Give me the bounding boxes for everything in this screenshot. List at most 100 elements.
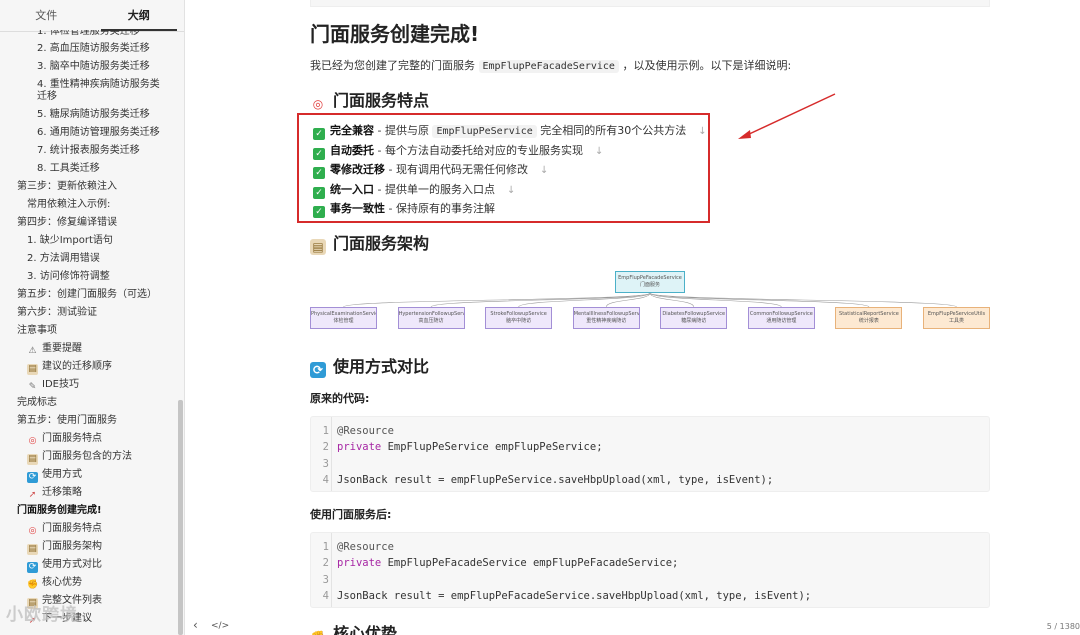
outline-item[interactable]: 第三步：更新依赖注入 xyxy=(0,178,178,196)
outline-item-label: 7. 统计报表服务类迁移 xyxy=(37,145,140,156)
line-number: 4 xyxy=(322,589,329,602)
outline-item[interactable]: 6. 通用随访管理服务类迁移 xyxy=(0,124,178,142)
outline-item[interactable]: 8. 工具类迁移 xyxy=(0,160,178,178)
markdown-editor-window: 文件 大纲 1. 体检管理服务类迁移 2. 高血压随访服务类迁移 3. 脑卒中随访服… xyxy=(0,0,1080,635)
outline-item-label: 门面服务特点 xyxy=(42,523,102,534)
feature-item: ✓ 零修改迁移 - 现有调用代码无需任何修改 ↓ xyxy=(313,161,548,179)
line-number: 4 xyxy=(322,473,329,486)
outline-item-label: 下一步建议 xyxy=(42,613,92,624)
code-text: EmpFlupPeService empFlupPeService; xyxy=(381,441,603,454)
tab-outline[interactable]: 大纲 xyxy=(93,0,185,31)
clipboard-icon: ▤ xyxy=(310,239,326,255)
outline-item[interactable]: ▤ 建议的迁移顺序 xyxy=(0,358,178,376)
tab-files[interactable]: 文件 xyxy=(0,0,93,31)
outline-item[interactable]: ✎ IDE技巧 xyxy=(0,376,178,394)
wrench-icon: ✎ xyxy=(28,382,37,392)
diagram-connector xyxy=(343,292,651,308)
outline-item[interactable]: ▤ 完整文件列表 xyxy=(0,592,178,610)
features-heading: ◎ 门面服务特点 xyxy=(310,87,429,112)
diagram-node-name: StatisticalReportService xyxy=(839,311,899,317)
outline-item-label: 第三步：更新依赖注入 xyxy=(17,181,117,192)
clipboard-icon: ▤ xyxy=(27,544,38,555)
outline-item[interactable]: 3. 访问修饰符调整 xyxy=(0,268,178,286)
diagram-node-sub: 糖尿病随访 xyxy=(681,318,707,324)
outline-item[interactable]: 门面服务创建完成! xyxy=(0,502,178,520)
outline-item[interactable]: ⟳ 使用方式 xyxy=(0,466,178,484)
outline-item[interactable]: 4. 重性精神疾病随访服务类迁移 xyxy=(0,76,178,106)
clipboard-icon: ▤ xyxy=(27,598,38,609)
outline-item[interactable]: 第五步：使用门面服务 xyxy=(0,412,178,430)
diagram-node-name: EmpFlupPeServiceUtils xyxy=(927,311,986,317)
code-line: 2 private EmpFlupPeService empFlupPeServi… xyxy=(311,439,603,455)
outline-item[interactable]: ⟳ 使用方式对比 xyxy=(0,556,178,574)
code-text: JsonBack result = empFlupPeService.saveH… xyxy=(337,473,774,486)
outline-item[interactable]: 第五步：创建门面服务（可选） xyxy=(0,286,178,304)
original-code-block[interactable]: 1 @Resource 2 private EmpFlupPeService empF… xyxy=(310,416,990,492)
code-keyword: private xyxy=(337,557,382,570)
outline-item-label: 3. 访问修饰符调整 xyxy=(27,271,110,282)
line-number: 1 xyxy=(322,541,329,553)
outline-item[interactable]: 注意事项 xyxy=(0,322,178,340)
outline-item-label: 4. 重性精神疾病随访服务类迁移 xyxy=(37,79,160,102)
outline-item[interactable]: ⚠ 重要提醒 xyxy=(0,340,178,358)
facade-code-block[interactable]: 1 @Resource 2 private EmpFlupPeFacadeServic… xyxy=(310,532,990,608)
outline-item[interactable]: 完成标志 xyxy=(0,394,178,412)
outline-item[interactable]: ◎ 门面服务特点 xyxy=(0,430,178,448)
outline-item-label: 2. 方法调用错误 xyxy=(27,253,100,264)
diagram-node-sub: 统计报表 xyxy=(858,318,879,324)
outline-item[interactable]: 2. 方法调用错误 xyxy=(0,250,178,268)
outline-item-label: 5. 糖尿病随访服务类迁移 xyxy=(37,109,150,120)
outline-item-label: 6. 通用随访管理服务类迁移 xyxy=(37,127,160,138)
code-text: @Resource xyxy=(337,425,394,437)
outline-item[interactable]: 1. 缺少Import语句 xyxy=(0,232,178,250)
outline-item[interactable]: 3. 脑卒中随访服务类迁移 xyxy=(0,58,178,76)
code-line: 4 JsonBack result = empFlupPeFacadeServic… xyxy=(311,588,811,604)
target-icon: ◎ xyxy=(28,436,37,446)
outline-item[interactable]: ▤ 门面服务架构 xyxy=(0,538,178,556)
source-mode-button[interactable]: </> xyxy=(211,621,229,631)
outline-item-label: 完成标志 xyxy=(17,397,57,408)
outline-item[interactable]: ◎ 门面服务特点 xyxy=(0,520,178,538)
checkbox-icon: ✓ xyxy=(313,167,325,179)
rocket-icon: ➚ xyxy=(28,616,37,626)
architecture-heading: ▤ 门面服务架构 xyxy=(310,230,429,255)
outline-item[interactable]: 7. 统计报表服务类迁移 xyxy=(0,142,178,160)
feature-text: - 每个方法自动委托给对应的专业服务实现 xyxy=(374,143,583,157)
outline-item-label: 重要提醒 xyxy=(42,343,82,354)
outline-item-label: 门面服务包含的方法 xyxy=(42,451,132,462)
back-button[interactable]: ‹ xyxy=(193,618,198,632)
outline-item[interactable]: 1. 体检管理服务类迁移 xyxy=(0,30,178,40)
outline-item[interactable]: 第四步：修复编译错误 xyxy=(0,214,178,232)
down-arrow-icon: ↓ xyxy=(594,145,604,157)
outline-item[interactable]: 常用依赖注入示例: xyxy=(0,196,178,214)
checkbox-icon: ✓ xyxy=(313,186,325,199)
original-code-label: 原来的代码: xyxy=(310,392,370,405)
outline-item-label: 8. 工具类迁移 xyxy=(37,163,100,174)
outline-item-label: 建议的迁移顺序 xyxy=(42,361,112,372)
code-line: 1 @Resource xyxy=(311,539,394,555)
code-line: 3 xyxy=(311,456,337,472)
line-number: 2 xyxy=(322,441,329,454)
diagram-node-sub: 重性精神疾病随访 xyxy=(586,318,627,324)
outline-item[interactable]: ➚ 迁移策略 xyxy=(0,484,178,502)
inline-code: EmpFlupPeFacadeService xyxy=(478,60,619,73)
outline-item[interactable]: 2. 高血压随访服务类迁移 xyxy=(0,40,178,58)
diagram-node-sub: 高血压随访 xyxy=(418,318,444,324)
line-number: 3 xyxy=(322,457,329,470)
outline-item[interactable]: 第六步：测试验证 xyxy=(0,304,178,322)
outline-item[interactable]: ✊ 核心优势 xyxy=(0,574,178,592)
feature-title: 统一入口 xyxy=(330,182,374,196)
diagram-node-sub: 通用随访管理 xyxy=(766,318,797,324)
outline-item[interactable]: ➚ 下一步建议 xyxy=(0,610,178,628)
down-arrow-icon: ↓ xyxy=(506,184,516,196)
outline-item[interactable]: ▤ 门面服务包含的方法 xyxy=(0,448,178,466)
line-number: 1 xyxy=(322,425,329,437)
diagram-node-name: EmpFlupPeFacadeService xyxy=(618,275,682,281)
outline-item[interactable]: 5. 糖尿病随访服务类迁移 xyxy=(0,106,178,124)
outline-item-label: 第五步：使用门面服务 xyxy=(17,415,117,426)
code-text: JsonBack result = empFlupPeFacadeService… xyxy=(337,589,812,602)
feature-title: 自动委托 xyxy=(330,143,374,157)
diagram-node: EmpFlupPeFacadeService 门面服务 xyxy=(615,271,685,293)
warning-icon: ⚠ xyxy=(28,346,37,356)
sidebar-scrollbar[interactable] xyxy=(178,400,183,635)
